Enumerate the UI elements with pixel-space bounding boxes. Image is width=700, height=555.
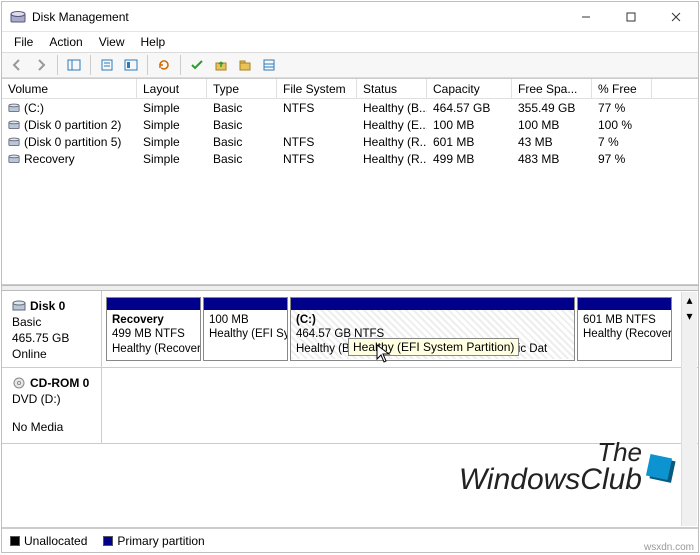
disk-row: CD-ROM 0DVD (D:)No Media [2, 368, 698, 444]
window-title: Disk Management [32, 10, 563, 24]
back-button[interactable] [6, 54, 28, 76]
menu-file[interactable]: File [8, 33, 39, 51]
volume-row[interactable]: (Disk 0 partition 5)SimpleBasicNTFSHealt… [2, 133, 698, 150]
partition[interactable]: 601 MB NTFSHealthy (Recovery Par [577, 297, 672, 361]
toolbar [2, 52, 698, 78]
menu-action[interactable]: Action [43, 33, 88, 51]
partition[interactable]: 100 MBHealthy (EFI System P [203, 297, 288, 361]
minimize-button[interactable] [563, 2, 608, 31]
menu-help[interactable]: Help [135, 33, 172, 51]
disk-row: Disk 0Basic465.75 GBOnlineRecovery499 MB… [2, 291, 698, 368]
legend: Unallocated Primary partition [2, 528, 698, 552]
maximize-button[interactable] [608, 2, 653, 31]
volume-list-header[interactable]: Volume Layout Type File System Status Ca… [2, 78, 698, 99]
volume-list[interactable]: (C:)SimpleBasicNTFSHealthy (B...464.57 G… [2, 99, 698, 285]
forward-button[interactable] [30, 54, 52, 76]
refresh-icon[interactable] [153, 54, 175, 76]
col-pctfree[interactable]: % Free [592, 79, 652, 98]
partition-area: Recovery499 MB NTFSHealthy (Recovery Pa1… [102, 291, 698, 367]
legend-primary-swatch [103, 536, 113, 546]
disk-label[interactable]: CD-ROM 0DVD (D:)No Media [2, 368, 102, 443]
col-capacity[interactable]: Capacity [427, 79, 512, 98]
titlebar: Disk Management [2, 2, 698, 32]
col-filesystem[interactable]: File System [277, 79, 357, 98]
col-type[interactable]: Type [207, 79, 277, 98]
col-volume[interactable]: Volume [2, 79, 137, 98]
menubar: File Action View Help [2, 32, 698, 52]
legend-unallocated-label: Unallocated [24, 534, 87, 548]
cursor-icon [376, 344, 392, 367]
volume-row[interactable]: (Disk 0 partition 2)SimpleBasicHealthy (… [2, 116, 698, 133]
menu-view[interactable]: View [93, 33, 131, 51]
pane-icon[interactable] [63, 54, 85, 76]
col-layout[interactable]: Layout [137, 79, 207, 98]
list-icon[interactable] [258, 54, 280, 76]
partition[interactable]: Recovery499 MB NTFSHealthy (Recovery Pa [106, 297, 201, 361]
folder-icon[interactable] [234, 54, 256, 76]
up-folder-icon[interactable] [210, 54, 232, 76]
tooltip: Healthy (EFI System Partition) [348, 338, 519, 356]
volume-row[interactable]: (C:)SimpleBasicNTFSHealthy (B...464.57 G… [2, 99, 698, 116]
app-icon [10, 9, 26, 25]
col-freespace[interactable]: Free Spa... [512, 79, 592, 98]
check-icon[interactable] [186, 54, 208, 76]
watermark: TheWindowsClub [459, 439, 670, 495]
attribution: wsxdn.com [644, 542, 694, 553]
legend-primary-label: Primary partition [117, 534, 204, 548]
partition-area [102, 368, 698, 443]
close-button[interactable] [653, 2, 698, 31]
col-status[interactable]: Status [357, 79, 427, 98]
properties-icon[interactable] [96, 54, 118, 76]
disk-label[interactable]: Disk 0Basic465.75 GBOnline [2, 291, 102, 367]
settings-icon[interactable] [120, 54, 142, 76]
volume-row[interactable]: RecoverySimpleBasicNTFSHealthy (R...499 … [2, 150, 698, 167]
scrollbar[interactable]: ▴▾ [681, 292, 697, 526]
legend-unallocated-swatch [10, 536, 20, 546]
